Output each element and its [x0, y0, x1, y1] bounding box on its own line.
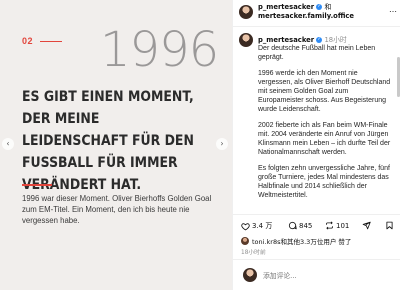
verified-badge-icon: ✓ — [316, 37, 323, 43]
caption-avatar[interactable] — [239, 33, 253, 47]
collab-conjunction: 和 — [324, 3, 332, 11]
caption-paragraph: 1996 werde ich den Moment nie vergessen,… — [258, 70, 391, 113]
image-caption: 1996 war dieser Moment. Oliver Bierhoffs… — [22, 194, 212, 225]
comment-count: 845 — [299, 221, 313, 230]
comment-bar — [233, 259, 400, 291]
post-timestamp: 18小时前 — [241, 250, 266, 256]
author-avatar[interactable] — [239, 5, 253, 19]
year-title: 1996 — [100, 22, 219, 78]
liked-by[interactable]: toni.kr8s和其他3.3万位用户 赞了 — [241, 236, 351, 246]
post-panel: p_mertesacker ✓ 和 mertesacker.family.off… — [232, 0, 400, 290]
action-bar: 3.4 万 845 101 — [233, 214, 400, 233]
slide-number: 02 — [22, 36, 34, 46]
slide-number-divider — [40, 41, 62, 42]
post-image: 02 1996 Es gibt einen Moment, der meine … — [0, 0, 232, 290]
author-line: p_mertesacker ✓ 和 mertesacker.family.off… — [258, 3, 354, 21]
repost-icon — [326, 221, 333, 230]
repost-button[interactable]: 101 — [325, 221, 349, 230]
more-options-icon[interactable]: … — [389, 5, 397, 14]
caption-time: 18小时 — [324, 36, 347, 44]
image-headline: Es gibt einen Moment, der meine Leidensc… — [22, 89, 194, 193]
like-button[interactable]: 3.4 万 — [241, 221, 272, 231]
caption-text: Der deutsche Fußball hat mein Leben gepr… — [258, 44, 392, 207]
current-user-avatar — [243, 268, 257, 282]
caption-area: p_mertesacker ✓ 18小时 Der deutsche Fußbal… — [233, 27, 400, 207]
bookmark-icon — [386, 221, 393, 230]
caption-paragraph: Der deutsche Fußball hat mein Leben gepr… — [258, 45, 376, 61]
carousel-prev-button[interactable]: ‹ — [2, 138, 14, 150]
liker-avatar — [241, 237, 249, 245]
author-username[interactable]: p_mertesacker — [258, 3, 314, 11]
repost-count: 101 — [336, 221, 350, 230]
share-icon — [362, 221, 371, 230]
headline-underline — [22, 184, 52, 186]
save-button[interactable] — [385, 221, 394, 230]
heart-icon — [241, 222, 250, 230]
liked-by-text: toni.kr8s和其他3.3万位用户 赞了 — [252, 238, 352, 246]
post-header: p_mertesacker ✓ 和 mertesacker.family.off… — [233, 0, 400, 27]
comment-input[interactable] — [263, 270, 383, 282]
comment-icon — [288, 221, 297, 230]
caption-paragraph: 2002 fieberte ich als Fan beim WM-Finale… — [258, 122, 391, 156]
caption-user-line: p_mertesacker ✓ 18小时 — [258, 34, 347, 44]
collaborator-username[interactable]: mertesacker.family.office — [258, 12, 354, 20]
like-count: 3.4 万 — [252, 222, 273, 230]
caption-paragraph: Es folgten zehn unvergessliche Jahre, fü… — [258, 165, 390, 199]
caption-username[interactable]: p_mertesacker — [258, 36, 314, 44]
carousel-next-button[interactable]: › — [216, 138, 228, 150]
share-button[interactable] — [362, 221, 371, 230]
comment-button[interactable]: 845 — [288, 221, 312, 230]
verified-badge-icon: ✓ — [316, 4, 323, 10]
